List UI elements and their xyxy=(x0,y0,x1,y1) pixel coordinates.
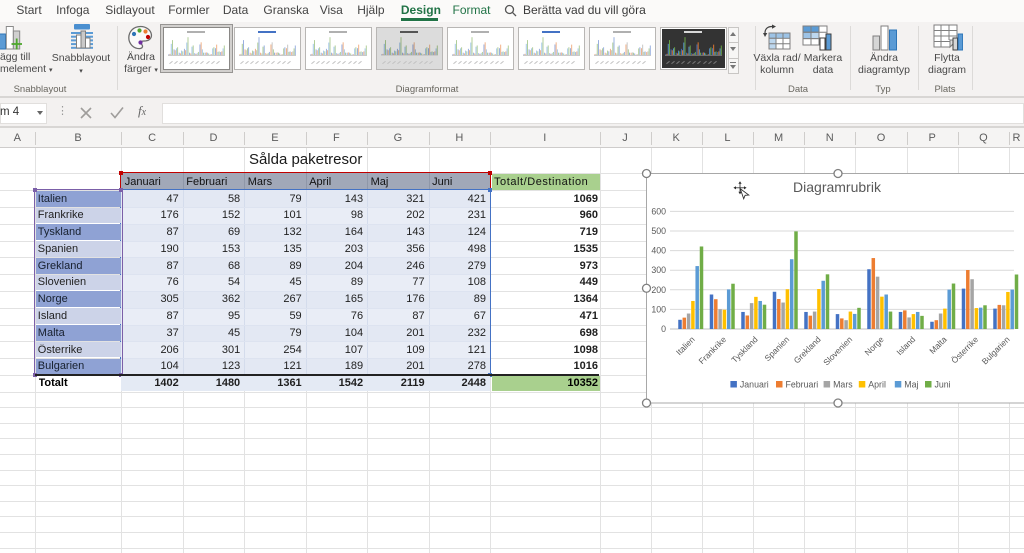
svg-text:0: 0 xyxy=(661,324,666,334)
svg-text:Maj: Maj xyxy=(904,379,918,389)
svg-text:Tyskland: Tyskland xyxy=(729,334,760,365)
svg-text:Slovenien: Slovenien xyxy=(821,334,854,367)
svg-text:April: April xyxy=(868,379,886,389)
svg-text:100: 100 xyxy=(651,304,666,314)
svg-text:Island: Island xyxy=(894,334,917,357)
svg-text:500: 500 xyxy=(651,226,666,236)
svg-text:Österrike: Österrike xyxy=(949,334,980,365)
svg-text:300: 300 xyxy=(651,265,666,275)
svg-text:Januari: Januari xyxy=(740,379,769,389)
svg-text:Juni: Juni xyxy=(935,379,951,389)
svg-text:Malta: Malta xyxy=(927,334,949,356)
svg-text:Frankrike: Frankrike xyxy=(696,334,728,366)
svg-text:Spanien: Spanien xyxy=(762,334,791,363)
svg-text:Februari: Februari xyxy=(786,379,819,389)
svg-text:Diagramrubrik: Diagramrubrik xyxy=(793,179,882,195)
svg-text:Italien: Italien xyxy=(674,334,697,357)
svg-text:Mars: Mars xyxy=(833,379,853,389)
svg-text:Norge: Norge xyxy=(863,334,886,357)
svg-text:200: 200 xyxy=(651,284,666,294)
svg-text:Grekland: Grekland xyxy=(792,334,823,365)
svg-text:Bulgarien: Bulgarien xyxy=(980,334,1012,366)
svg-text:600: 600 xyxy=(651,206,666,216)
svg-text:400: 400 xyxy=(651,245,666,255)
